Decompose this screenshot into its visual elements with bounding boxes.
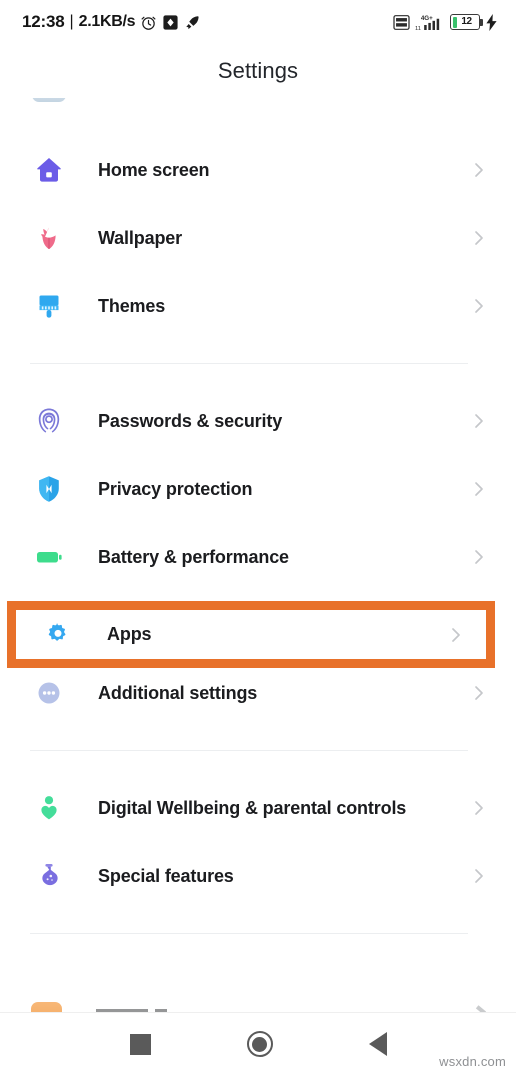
battery-fill xyxy=(452,16,457,28)
tulip-icon xyxy=(30,219,68,257)
alarm-clock-icon xyxy=(140,14,157,31)
partial-icon xyxy=(31,1002,62,1012)
svg-text:4G+: 4G+ xyxy=(421,15,433,22)
group-divider xyxy=(30,933,468,934)
sidebar-item-label: Home screen xyxy=(98,159,210,180)
page-title: Settings xyxy=(217,58,299,83)
sidebar-item-digital-wellbeing[interactable]: Digital Wellbeing & parental controls xyxy=(0,774,516,842)
title-bar: Settings xyxy=(0,44,516,98)
settings-screen: 12:38 | 2.1KB/s 4G+ 11 12 Settings Home … xyxy=(0,0,516,1075)
cut-off-list-item-bottom[interactable] xyxy=(0,1000,516,1012)
chevron-right-icon xyxy=(470,161,488,179)
chevron-right-icon xyxy=(447,626,465,644)
sidebar-item-label: Passwords & security xyxy=(98,410,283,431)
battery-indicator: 12 xyxy=(450,14,483,30)
partial-icon xyxy=(32,98,66,102)
chevron-right-icon xyxy=(470,229,488,247)
circle-icon xyxy=(252,1036,267,1052)
group-divider xyxy=(30,363,468,364)
battery-percent-label: 12 xyxy=(461,16,472,27)
recents-button[interactable] xyxy=(129,1033,151,1055)
network-speed-label: 2.1KB/s xyxy=(78,13,136,30)
sidebar-item-label: Digital Wellbeing & parental controls xyxy=(98,797,407,818)
volte-icon xyxy=(393,14,410,30)
fingerprint-icon xyxy=(30,402,68,440)
flask-icon xyxy=(30,857,68,895)
watermark: wsxdn.com xyxy=(439,1054,506,1069)
sidebar-item-passwords-security[interactable]: Passwords & security xyxy=(0,387,516,455)
rocket-icon xyxy=(184,14,201,31)
group-divider xyxy=(30,750,468,751)
sidebar-item-label: Privacy protection xyxy=(98,478,253,499)
sidebar-item-themes[interactable]: Themes xyxy=(0,272,516,340)
back-button[interactable] xyxy=(368,1032,387,1056)
sidebar-item-apps-highlighted[interactable]: Apps xyxy=(16,610,486,659)
status-separator: | xyxy=(69,13,74,30)
chevron-right-icon xyxy=(470,684,488,702)
paintbrush-icon xyxy=(30,287,68,325)
settings-list[interactable]: Home screen Wallpaper Themes Passwords &… xyxy=(0,98,516,957)
sidebar-item-battery-performance[interactable]: Battery & performance xyxy=(0,523,516,591)
battery-icon xyxy=(30,538,68,576)
sidebar-item-privacy-protection[interactable]: Privacy protection xyxy=(0,455,516,523)
sidebar-item-label: Battery & performance xyxy=(98,546,289,567)
sidebar-item-label: Additional settings xyxy=(98,682,258,703)
home-button[interactable] xyxy=(246,1031,273,1057)
chevron-right-icon xyxy=(470,480,488,498)
gear-icon xyxy=(39,616,77,654)
svg-text:11: 11 xyxy=(415,26,421,32)
chevron-right-icon xyxy=(470,799,488,817)
highlight-box-apps: Apps xyxy=(7,601,495,668)
settings-group-3: Digital Wellbeing & parental controls Sp… xyxy=(0,774,516,910)
house-icon xyxy=(30,151,68,189)
charging-bolt-icon xyxy=(485,13,498,31)
signal-4gplus-icon: 4G+ 11 xyxy=(415,13,445,32)
screenshot-icon xyxy=(162,14,179,31)
status-bar-right: 4G+ 11 12 xyxy=(393,13,498,32)
sidebar-item-additional-settings[interactable]: Additional settings xyxy=(0,659,516,727)
more-dots-icon xyxy=(30,674,68,712)
chevron-right-icon xyxy=(475,1005,487,1012)
status-bar-left: 12:38 | 2.1KB/s xyxy=(22,12,201,32)
sidebar-item-label: Themes xyxy=(98,295,166,316)
sidebar-item-home-screen[interactable]: Home screen xyxy=(0,136,516,204)
cut-off-list-item-top[interactable] xyxy=(0,98,516,136)
sidebar-item-label: Apps xyxy=(107,624,152,644)
sidebar-item-label: Wallpaper xyxy=(98,227,183,248)
sidebar-item-special-features[interactable]: Special features xyxy=(0,842,516,910)
sidebar-item-wallpaper[interactable]: Wallpaper xyxy=(0,204,516,272)
chevron-right-icon xyxy=(470,867,488,885)
wellbeing-person-icon xyxy=(30,789,68,827)
sidebar-item-label: Special features xyxy=(98,865,234,886)
chevron-right-icon xyxy=(470,412,488,430)
shield-icon xyxy=(30,470,68,508)
status-clock: 12:38 xyxy=(22,12,65,31)
status-bar: 12:38 | 2.1KB/s 4G+ 11 12 xyxy=(0,0,516,44)
settings-group-1: Home screen Wallpaper Themes xyxy=(0,136,516,340)
settings-group-2: Passwords & security Privacy protection xyxy=(0,387,516,727)
chevron-right-icon xyxy=(470,548,488,566)
chevron-right-icon xyxy=(470,297,488,315)
